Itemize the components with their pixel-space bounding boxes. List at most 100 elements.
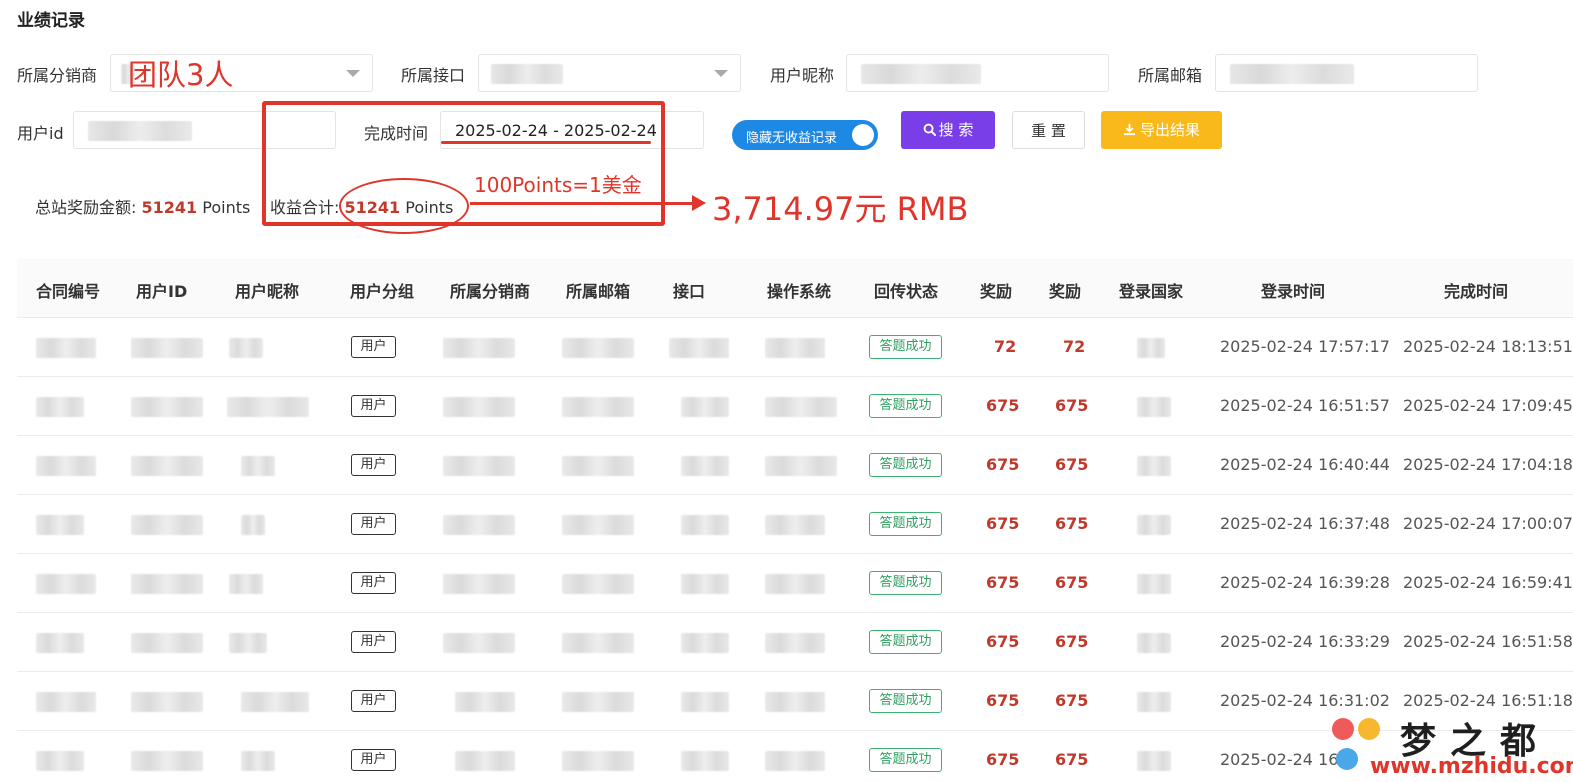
group-tag: 用户: [351, 513, 396, 535]
reward-value: 72: [1063, 337, 1086, 356]
red-face-icon: [1332, 718, 1354, 740]
status-badge: 答题成功: [869, 512, 942, 536]
table-row: 用户 答题成功 72 72 2025-02-24 17:57:17 2025-0…: [17, 318, 1573, 377]
login-time: 2025-02-24 16:39:28: [1220, 573, 1390, 592]
interface-select[interactable]: [478, 54, 741, 92]
annotation-arrow-head: [692, 195, 706, 211]
distributor-label: 所属分销商: [17, 66, 98, 85]
finish-time: 2025-02-24 16:59:41: [1403, 573, 1573, 592]
col-nickname: 用户昵称: [235, 282, 300, 301]
col-contract-no: 合同编号: [36, 282, 101, 301]
distributor-selected-value: 团队3人: [128, 58, 234, 92]
interface-label: 所属接口: [401, 66, 466, 85]
export-button[interactable]: 导出结果: [1101, 111, 1222, 149]
col-user-id: 用户ID: [136, 282, 188, 301]
finish-time: 2025-02-24 16:51:58: [1403, 632, 1573, 651]
download-icon: [1123, 123, 1136, 136]
table-header: 合同编号 用户ID 用户昵称 用户分组 所属分销商 所属邮箱 接口 操作系统 回…: [17, 259, 1573, 318]
reward-value: 675: [1055, 396, 1089, 415]
group-tag: 用户: [351, 631, 396, 653]
login-time: 2025-02-24 16:40:44: [1220, 455, 1390, 474]
status-badge: 答题成功: [869, 571, 942, 595]
table-row: 用户 答题成功 675 675 2025-02-24 16:33:29 2025…: [17, 613, 1573, 672]
login-time: 2025-02-24 16:31:02: [1220, 691, 1390, 710]
userid-label: 用户id: [17, 124, 64, 143]
reward-value: 675: [1055, 691, 1089, 710]
reward-value: 675: [1055, 632, 1089, 651]
email-input[interactable]: [1215, 54, 1478, 92]
search-icon: [923, 123, 936, 137]
watermark-url: www.mzhidu.com: [1370, 754, 1573, 779]
reset-button-label: 重 置: [1031, 122, 1066, 140]
blue-face-icon: [1336, 748, 1358, 770]
reward-value: 675: [986, 750, 1020, 769]
col-login-time: 登录时间: [1261, 282, 1326, 301]
reward-value: 675: [1055, 514, 1089, 533]
col-reward-2: 奖励: [1049, 282, 1082, 301]
finish-time: 2025-02-24 17:00:07: [1403, 514, 1573, 533]
col-callback-status: 回传状态: [874, 282, 939, 301]
hide-no-income-toggle[interactable]: 隐藏无收益记录: [732, 120, 878, 150]
group-tag: 用户: [351, 395, 396, 417]
reward-value: 675: [986, 632, 1020, 651]
reward-value: 675: [986, 396, 1020, 415]
annotation-arrow: [470, 202, 697, 205]
table-row: 用户 答题成功 675 675 2025-02-24 16:39:28 2025…: [17, 554, 1573, 613]
annotation-rate-note: 100Points=1美金: [474, 173, 642, 197]
reward-value: 675: [1055, 455, 1089, 474]
reward-value: 675: [986, 691, 1020, 710]
table-row: 用户 答题成功 675 675 2025-02-24 16:40:44 2025…: [17, 436, 1573, 495]
email-label: 所属邮箱: [1138, 66, 1203, 85]
login-time: 2025-02-24 16:51:57: [1220, 396, 1390, 415]
table-row: 用户 答题成功 675 675 2025-02-24 16:37:48 2025…: [17, 495, 1573, 554]
annotation-ellipse: [339, 178, 469, 234]
group-tag: 用户: [351, 690, 396, 712]
col-os: 操作系统: [767, 282, 832, 301]
finish-time: 2025-02-24 17:09:45: [1403, 396, 1573, 415]
reward-value: 675: [986, 514, 1020, 533]
total-reward-label: 总站奖励金额:: [35, 198, 137, 217]
status-badge: 答题成功: [869, 748, 942, 772]
reward-value: 675: [986, 573, 1020, 592]
finish-time: 2025-02-24 18:13:51: [1403, 337, 1573, 356]
search-button[interactable]: 搜 索: [901, 111, 995, 149]
total-reward-summary: 总站奖励金额: 51241 Points: [35, 194, 250, 218]
nickname-label: 用户昵称: [770, 66, 835, 85]
reward-value: 675: [1055, 573, 1089, 592]
toggle-knob: [852, 124, 874, 146]
export-button-label: 导出结果: [1139, 121, 1200, 139]
col-login-country: 登录国家: [1119, 282, 1184, 301]
finish-time: 2025-02-24 16:51:18: [1403, 691, 1573, 710]
reward-value: 675: [986, 455, 1020, 474]
status-badge: 答题成功: [869, 335, 942, 359]
yellow-face-icon: [1358, 718, 1380, 740]
total-reward-value: 51241: [141, 198, 198, 217]
reward-value: 675: [1055, 750, 1089, 769]
table-row: 用户 答题成功 675 675 2025-02-24 16:51:57 2025…: [17, 377, 1573, 436]
status-badge: 答题成功: [869, 630, 942, 654]
col-interface: 接口: [673, 282, 706, 301]
total-reward-unit: Points: [202, 198, 251, 217]
hide-no-income-label: 隐藏无收益记录: [746, 131, 838, 146]
nickname-input[interactable]: [846, 54, 1109, 92]
status-badge: 答题成功: [869, 689, 942, 713]
annotation-rmb-note: 3,714.97元 RMB: [712, 190, 969, 228]
finish-time: 2025-02-24 17:04:18: [1403, 455, 1573, 474]
col-group: 用户分组: [350, 282, 415, 301]
group-tag: 用户: [351, 572, 396, 594]
status-badge: 答题成功: [869, 394, 942, 418]
group-tag: 用户: [351, 336, 396, 358]
group-tag: 用户: [351, 454, 396, 476]
login-time: 2025-02-24 16:33:29: [1220, 632, 1390, 651]
col-distributor: 所属分销商: [450, 282, 531, 301]
col-reward-1: 奖励: [980, 282, 1013, 301]
group-tag: 用户: [351, 749, 396, 771]
col-email: 所属邮箱: [566, 282, 631, 301]
reset-button[interactable]: 重 置: [1012, 111, 1085, 149]
chevron-down-icon: [714, 70, 728, 77]
col-finish-time: 完成时间: [1444, 282, 1509, 301]
login-time: 2025-02-24 16:37:48: [1220, 514, 1390, 533]
status-badge: 答题成功: [869, 453, 942, 477]
reward-value: 72: [994, 337, 1017, 356]
chevron-down-icon: [346, 70, 360, 77]
